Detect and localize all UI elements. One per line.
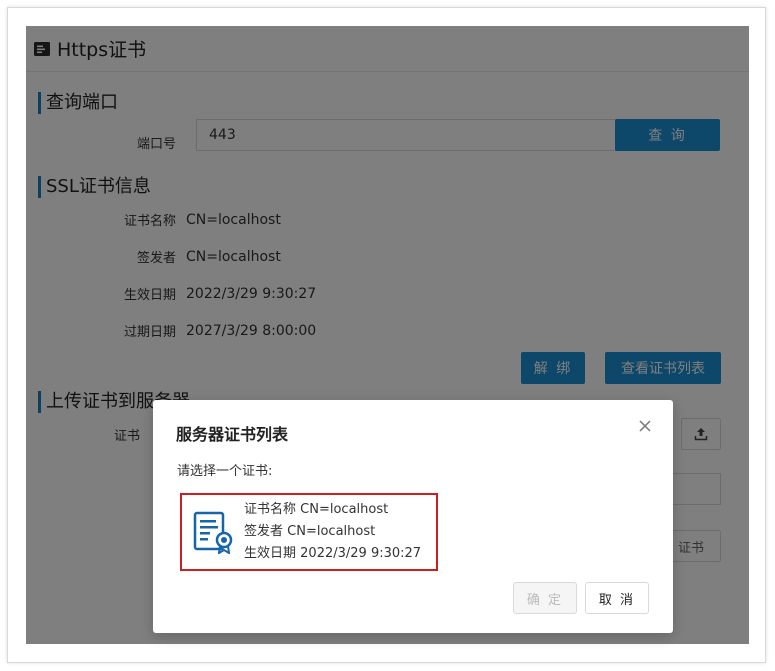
cert-name-value: CN=localhost	[300, 502, 389, 517]
cancel-button[interactable]: 取 消	[585, 582, 649, 614]
cert-issuer-line: 签发者 CN=localhost	[244, 521, 421, 543]
cert-issuer-value: CN=localhost	[287, 524, 376, 539]
cert-name-label: 证书名称	[244, 502, 297, 517]
certificate-document-icon	[193, 511, 233, 554]
certificate-option[interactable]: 证书名称 CN=localhost 签发者 CN=localhost 生效日期 …	[180, 493, 438, 571]
cert-valid-line: 生效日期 2022/3/29 9:30:27	[244, 543, 421, 565]
close-icon[interactable]	[637, 418, 653, 434]
cert-name-line: 证书名称 CN=localhost	[244, 499, 421, 521]
dialog-prompt: 请选择一个证书:	[177, 464, 273, 479]
cert-valid-value: 2022/3/29 9:30:27	[300, 546, 422, 561]
dialog-title: 服务器证书列表	[176, 425, 289, 444]
cert-valid-label: 生效日期	[244, 546, 297, 561]
certificate-details: 证书名称 CN=localhost 签发者 CN=localhost 生效日期 …	[244, 499, 421, 565]
server-cert-list-dialog: 服务器证书列表 请选择一个证书: 证书名称 CN=localhost 签发者 C…	[153, 400, 673, 633]
ok-button[interactable]: 确 定	[513, 582, 577, 614]
cert-issuer-label: 签发者	[244, 524, 284, 539]
